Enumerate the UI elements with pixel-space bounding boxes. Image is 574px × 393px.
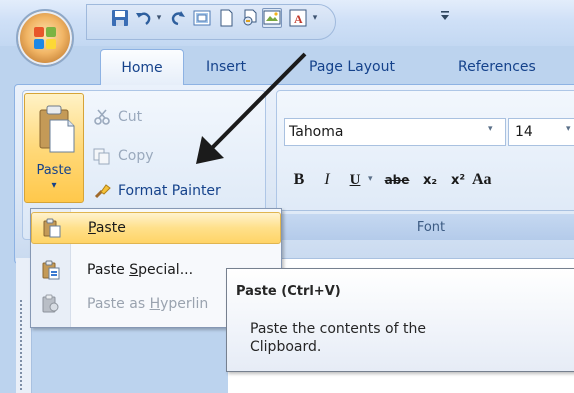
scissors-icon [92, 108, 112, 126]
divider [276, 210, 574, 211]
customize-qat-icon[interactable] [440, 10, 450, 25]
screenshot-icon[interactable] [262, 8, 282, 28]
menu-item-paste[interactable]: Paste [31, 212, 281, 244]
cut-button[interactable]: Cut [92, 106, 142, 128]
qat-dropdown-icon[interactable]: ▾ [310, 8, 320, 28]
tab-references[interactable]: References [452, 50, 542, 84]
format-painter-label: Format Painter [118, 183, 221, 199]
superscript-button[interactable]: x² [446, 168, 470, 192]
vertical-ruler-ticks [20, 300, 26, 390]
paste-special-icon [31, 254, 71, 286]
print-preview-icon[interactable] [192, 8, 212, 28]
tooltip-description: Paste the contents of the Clipboard. [250, 320, 550, 356]
redo-icon[interactable] [168, 8, 188, 28]
copy-icon [92, 147, 112, 165]
change-case-button[interactable]: Aa [472, 168, 502, 192]
tooltip-description-line: Clipboard. [250, 339, 322, 355]
paste-dropdown-arrow-icon[interactable]: ▾ [24, 180, 84, 191]
menu-item-label: Paste Special... [87, 262, 194, 278]
font-group-label: Font [276, 214, 574, 240]
format-painter-button[interactable]: Format Painter [92, 180, 221, 202]
subscript-button[interactable]: x₂ [418, 168, 442, 192]
undo-icon[interactable] [134, 8, 154, 28]
office-logo-icon [34, 27, 56, 49]
font-name-dropdown-icon[interactable]: ▾ [488, 124, 493, 134]
menu-item-label: Paste [88, 220, 126, 236]
font-size-combobox[interactable]: 14 [508, 118, 574, 146]
text-box-icon[interactable]: A [288, 8, 308, 28]
copy-button[interactable]: Copy [92, 145, 154, 167]
office-button[interactable] [16, 9, 74, 67]
tooltip-title: Paste (Ctrl+V) [236, 284, 341, 299]
undo-dropdown-icon[interactable]: ▾ [154, 8, 164, 28]
annotation-arrow-icon [196, 52, 307, 164]
tab-home[interactable]: Home [100, 49, 184, 85]
font-size-dropdown-icon[interactable]: ▾ [566, 124, 571, 134]
paste-hyperlink-icon [31, 288, 71, 320]
paste-label: Paste [36, 163, 72, 178]
paste-icon [32, 212, 72, 244]
cut-label: Cut [118, 109, 143, 125]
open-icon[interactable] [240, 8, 260, 28]
copy-label: Copy [118, 148, 154, 164]
svg-text:A: A [294, 12, 303, 26]
strikethrough-button[interactable]: abe [380, 168, 414, 192]
tooltip-description-line: Paste the contents of the [250, 321, 426, 337]
save-icon[interactable] [110, 8, 130, 28]
clipboard-icon [39, 105, 75, 153]
menu-item-label: Paste as Hyperlin [87, 296, 209, 312]
new-document-icon[interactable] [216, 8, 236, 28]
underline-dropdown-icon[interactable]: ▾ [368, 174, 373, 184]
underline-button[interactable]: U [344, 168, 366, 192]
paintbrush-icon [92, 182, 112, 200]
